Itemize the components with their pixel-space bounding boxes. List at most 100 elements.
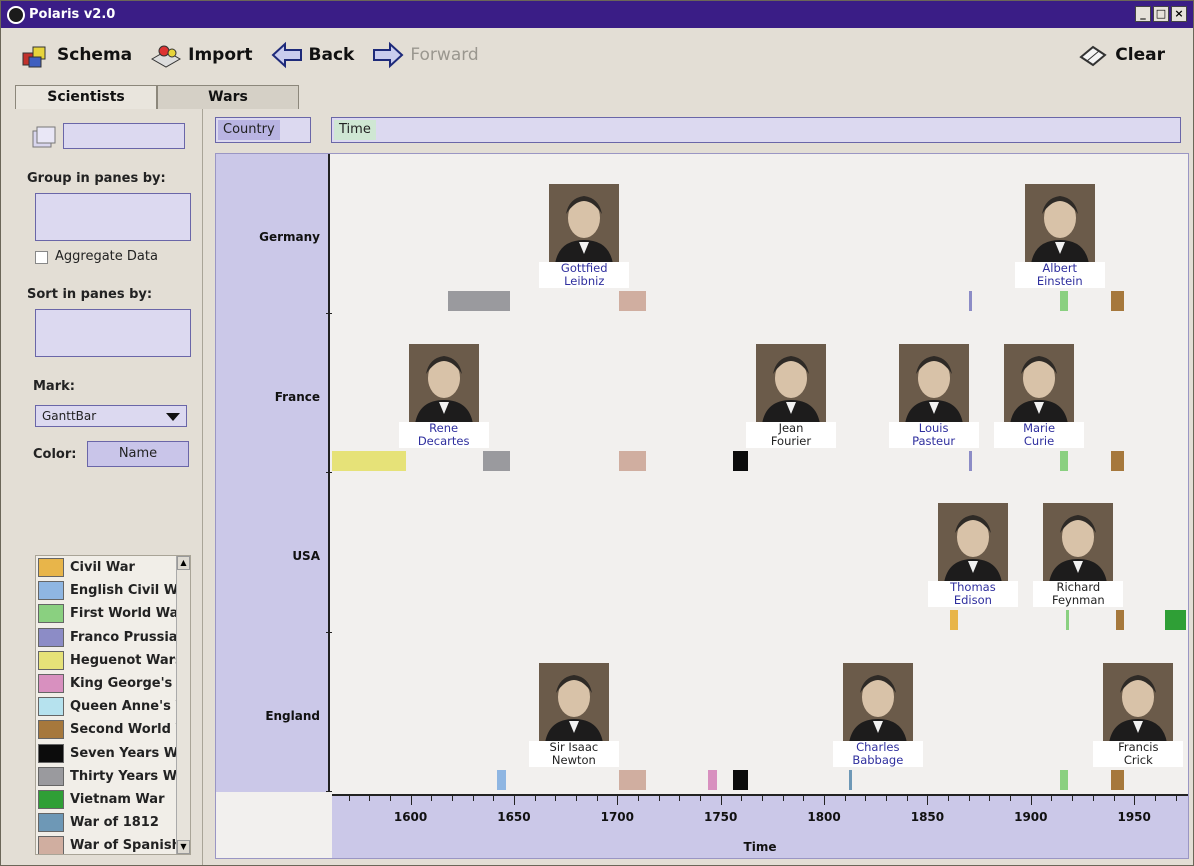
axis-tick-label: 1900 xyxy=(1014,810,1048,824)
legend-item[interactable]: War of Spanish Succession xyxy=(36,834,190,854)
legend-label: English Civil War xyxy=(70,583,178,599)
war-bar[interactable] xyxy=(1111,450,1124,471)
scientist-name: Jean Fourier xyxy=(745,421,836,448)
axis-title: Time xyxy=(743,840,777,854)
legend-item[interactable]: War of 1812 xyxy=(36,811,190,834)
war-bar[interactable] xyxy=(619,769,647,790)
legend-item[interactable]: English Civil War xyxy=(36,579,190,602)
legend-item[interactable]: Seven Years War xyxy=(36,742,190,765)
legend-item[interactable]: Queen Anne's War xyxy=(36,695,190,718)
war-bar[interactable] xyxy=(447,291,510,311)
scientist-portrait[interactable] xyxy=(1004,343,1075,424)
group-shelf[interactable] xyxy=(35,193,191,241)
close-button[interactable]: × xyxy=(1171,6,1187,22)
visualization-pane: Germany France USA England Gottfied Leibniz A… xyxy=(215,153,1189,859)
scientist-portrait[interactable] xyxy=(538,662,609,743)
scientist-portrait[interactable] xyxy=(549,184,620,264)
back-button[interactable]: Back xyxy=(271,41,355,69)
war-bar[interactable] xyxy=(1065,610,1069,630)
war-bar[interactable] xyxy=(497,769,506,790)
scientist-portrait[interactable] xyxy=(842,662,913,743)
columns-shelf[interactable]: Time xyxy=(331,117,1181,143)
legend-item[interactable]: Thirty Years War xyxy=(36,765,190,788)
aggregate-checkbox[interactable] xyxy=(35,251,48,264)
war-bar[interactable] xyxy=(482,450,510,471)
legend-item[interactable]: Franco Prussian War xyxy=(36,626,190,649)
forward-button[interactable]: Forward xyxy=(372,41,479,69)
war-bar[interactable] xyxy=(619,291,647,311)
sort-shelf[interactable] xyxy=(35,309,191,357)
war-bar[interactable] xyxy=(1059,291,1068,311)
time-pill[interactable]: Time xyxy=(334,120,376,140)
color-label: Color: xyxy=(33,447,77,462)
legend-item[interactable]: Civil War xyxy=(36,556,190,579)
legend-scrollbar[interactable]: ▲ ▼ xyxy=(176,556,190,854)
scientist-portrait[interactable] xyxy=(898,343,969,424)
war-bar[interactable] xyxy=(1059,769,1068,790)
scientist-portrait[interactable] xyxy=(1024,184,1095,264)
row-label-france: France xyxy=(274,389,320,404)
legend-item[interactable]: Heguenot Wars xyxy=(36,649,190,672)
war-bar[interactable] xyxy=(848,769,852,790)
axis-tick xyxy=(927,796,929,805)
clear-button[interactable]: Clear xyxy=(1077,41,1165,69)
scientist-name-line: Einstein xyxy=(1036,274,1083,288)
back-label: Back xyxy=(308,45,355,65)
legend-item[interactable]: King George's War xyxy=(36,672,190,695)
tab-scientists[interactable]: Scientists xyxy=(15,85,157,109)
time-axis: Time 1600 1650 1700 1750 1800 1850 1900 1950 xyxy=(332,794,1188,858)
filter-shelf[interactable] xyxy=(63,123,185,149)
tab-wars[interactable]: Wars xyxy=(157,85,299,109)
legend-item[interactable]: Second World War xyxy=(36,718,190,741)
axis-tick xyxy=(968,796,970,801)
scientist-portrait[interactable] xyxy=(937,503,1008,583)
maximize-button[interactable]: □ xyxy=(1153,6,1169,22)
legend-label: King George's War xyxy=(70,676,178,692)
forward-arrow-icon xyxy=(373,41,404,69)
legend-item[interactable]: First World War xyxy=(36,602,190,625)
war-bar[interactable] xyxy=(1115,610,1124,630)
scientist-name: Rene Decartes xyxy=(398,421,489,448)
legend-list: Civil War English Civil War First World Wa… xyxy=(36,556,190,854)
war-bar[interactable] xyxy=(733,450,748,471)
axis-tick xyxy=(348,796,350,801)
war-bar[interactable] xyxy=(733,769,748,790)
legend-item[interactable]: Vietnam War xyxy=(36,788,190,811)
war-bar[interactable] xyxy=(1111,769,1124,790)
axis-tick xyxy=(637,796,639,801)
minimize-button[interactable]: _ xyxy=(1135,6,1151,22)
schema-icon xyxy=(22,46,46,68)
legend-swatch xyxy=(38,604,64,624)
group-label: Group in panes by: xyxy=(27,171,166,186)
scientist-portrait[interactable] xyxy=(1103,662,1174,743)
import-button[interactable]: Import xyxy=(150,41,253,69)
war-bar[interactable] xyxy=(1165,610,1186,630)
war-bar[interactable] xyxy=(1059,450,1068,471)
scroll-down-icon[interactable]: ▼ xyxy=(177,840,190,854)
chevron-down-icon xyxy=(166,413,180,421)
color-shelf-pill[interactable]: Name xyxy=(87,441,189,467)
schema-button[interactable]: Schema xyxy=(19,41,132,69)
axis-tick xyxy=(1030,796,1032,805)
gantt-plot: Gottfied Leibniz Albert Einstein Rene Decarte… xyxy=(332,154,1190,792)
scientist-portrait[interactable] xyxy=(755,343,826,424)
scientist-portrait[interactable] xyxy=(408,343,479,424)
eraser-icon xyxy=(1079,45,1107,67)
scientist-portrait[interactable] xyxy=(1043,503,1114,583)
war-bar[interactable] xyxy=(968,450,972,471)
war-bar[interactable] xyxy=(968,291,972,311)
legend-label: Queen Anne's War xyxy=(70,699,178,715)
axis-tick xyxy=(1113,796,1115,801)
scroll-up-icon[interactable]: ▲ xyxy=(177,556,190,570)
war-bar[interactable] xyxy=(1111,291,1124,311)
country-pill[interactable]: Country xyxy=(218,120,280,140)
mark-select[interactable]: GanttBar xyxy=(35,405,187,427)
axis-tick xyxy=(410,796,412,805)
rows-shelf[interactable]: Country xyxy=(215,117,311,143)
war-bar[interactable] xyxy=(619,450,647,471)
legend-swatch xyxy=(38,766,64,786)
war-bar[interactable] xyxy=(950,610,959,630)
war-bar[interactable] xyxy=(708,769,717,790)
war-bar[interactable] xyxy=(332,450,407,471)
scientist-name: Francis Crick xyxy=(1093,740,1184,767)
